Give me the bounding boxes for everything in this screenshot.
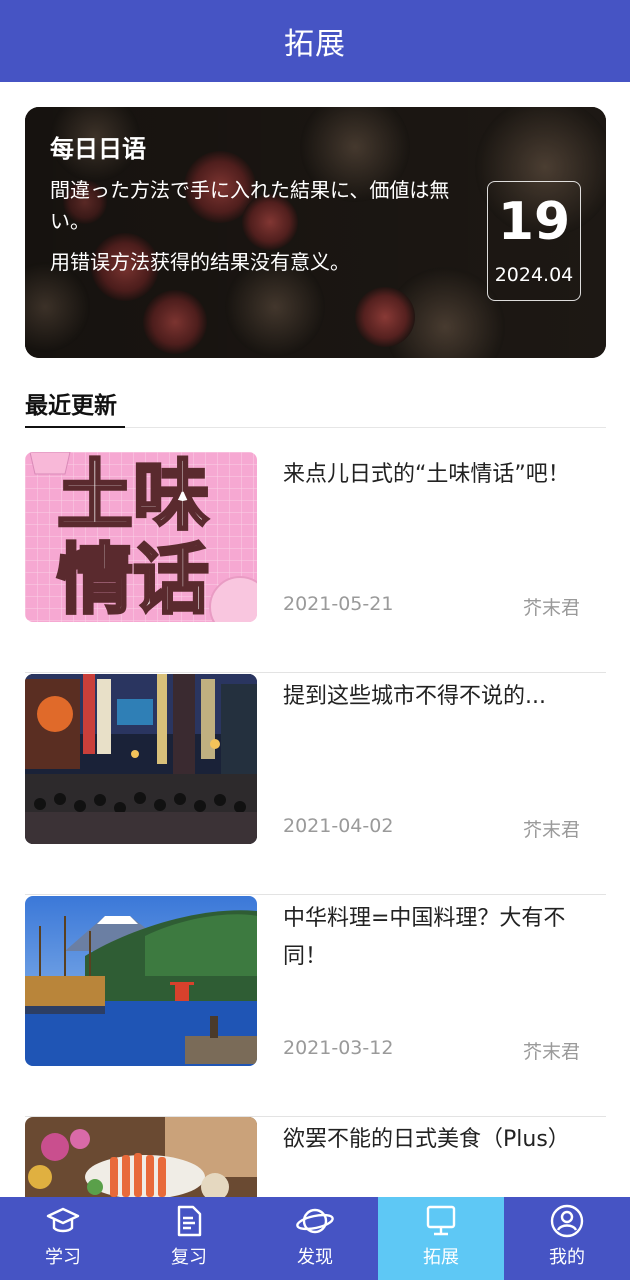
article-date: 2021-04-02 [283, 815, 394, 837]
tab-label: 学习 [45, 1247, 81, 1268]
thumbnail-text-line2: 情话 [56, 535, 211, 622]
article-title[interactable]: 中华料理=中国料理？大有不同！ [283, 900, 603, 976]
bottom-tab-bar: 学习 复习 发现 拓展 我的 [0, 1197, 630, 1280]
section-underline [25, 426, 125, 428]
thumbnail-text-line1: 土味 [56, 452, 211, 540]
date-day: 19 [497, 192, 571, 252]
article-thumbnail [25, 1117, 257, 1197]
article-item[interactable]: 欲罢不能的日式美食（Plus） [25, 1117, 606, 1197]
document-icon [177, 1205, 202, 1237]
article-date: 2021-03-12 [283, 1037, 394, 1059]
section-title: 最近更新 [25, 393, 117, 419]
app-header: 拓展 [0, 0, 630, 82]
article-item[interactable]: 提到这些城市不得不说的... 2021-04-02 芥末君 [25, 674, 606, 895]
article-thumbnail [25, 896, 257, 1066]
daily-japanese-sentence: 間違った方法で手に入れた結果に、価値は無い。 [50, 178, 450, 233]
article-author: 芥末君 [522, 597, 580, 619]
date-box: 19 2024.04 [487, 181, 581, 301]
monitor-icon [426, 1205, 456, 1236]
tab-expand[interactable]: 拓展 [378, 1197, 504, 1280]
daily-chinese-translation: 用错误方法获得的结果没有意义。 [50, 250, 350, 274]
daily-japanese-card[interactable]: 每日日语 間違った方法で手に入れた結果に、価値は無い。 用错误方法获得的结果没有… [25, 107, 606, 358]
tab-label: 我的 [549, 1247, 585, 1268]
article-date: 2021-05-21 [283, 593, 394, 615]
article-title[interactable]: 来点儿日式的“土味情话”吧！ [283, 456, 603, 494]
planet-icon [296, 1208, 334, 1234]
graduation-cap-icon [46, 1207, 80, 1233]
date-year-month: 2024.04 [494, 264, 574, 286]
page-title: 拓展 [284, 27, 346, 62]
article-author: 芥末君 [522, 1041, 580, 1063]
article-item[interactable]: 土味 情话 来点儿日式的“土味情话”吧！ 2021-05-21 芥末君 [25, 452, 606, 673]
article-thumbnail: 土味 情话 [25, 452, 257, 622]
daily-title: 每日日语 [50, 135, 146, 163]
tab-discover[interactable]: 发现 [252, 1197, 378, 1280]
article-author: 芥末君 [522, 819, 580, 841]
tab-label: 发现 [297, 1247, 333, 1268]
recent-updates-header: 最近更新 [25, 380, 606, 428]
tab-study[interactable]: 学习 [0, 1197, 126, 1280]
tab-review[interactable]: 复习 [126, 1197, 252, 1280]
article-item[interactable]: 中华料理=中国料理？大有不同！ 2021-03-12 芥末君 [25, 896, 606, 1117]
tab-label: 复习 [171, 1247, 207, 1268]
article-title[interactable]: 提到这些城市不得不说的... [283, 678, 603, 716]
article-title[interactable]: 欲罢不能的日式美食（Plus） [283, 1121, 603, 1159]
tab-mine[interactable]: 我的 [504, 1197, 630, 1280]
user-circle-icon [550, 1204, 584, 1238]
tab-label: 拓展 [423, 1247, 459, 1268]
article-thumbnail [25, 674, 257, 844]
